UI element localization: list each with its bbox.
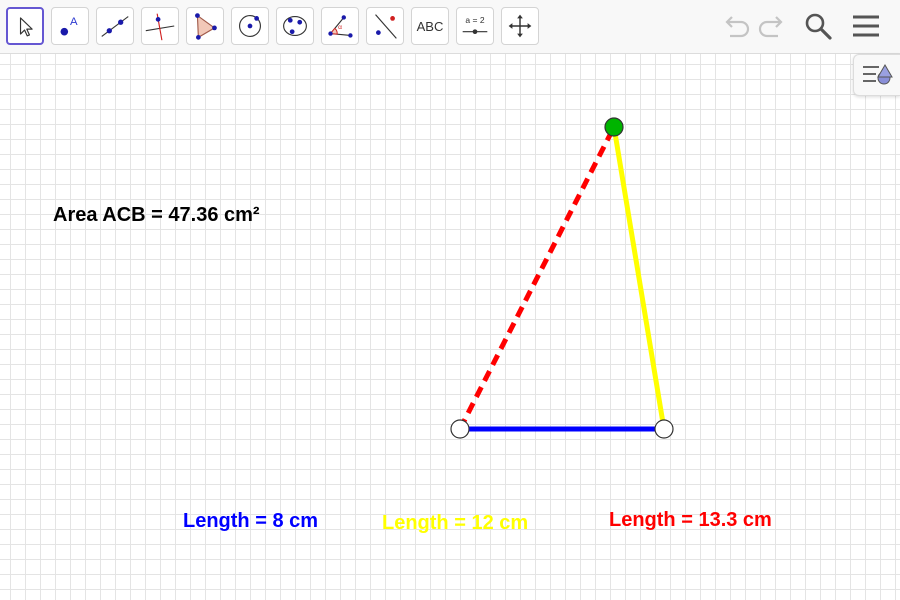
point-base-right[interactable] [654, 419, 674, 439]
style-bar-toggle-icon [863, 64, 893, 85]
length-label-yellow[interactable]: Length = 12 cm [382, 512, 528, 535]
point-apex[interactable] [604, 117, 624, 137]
length-label-blue[interactable]: Length = 8 cm [183, 510, 318, 533]
segment-left-side-dashed[interactable] [457, 125, 617, 431]
area-label[interactable]: Area ACB = 47.36 cm² [53, 204, 260, 227]
length-label-red[interactable]: Length = 13.3 cm [609, 509, 772, 532]
point-base-left[interactable] [450, 419, 470, 439]
style-bar-toggle-button[interactable] [853, 54, 900, 96]
segment-right-side[interactable] [611, 126, 667, 430]
